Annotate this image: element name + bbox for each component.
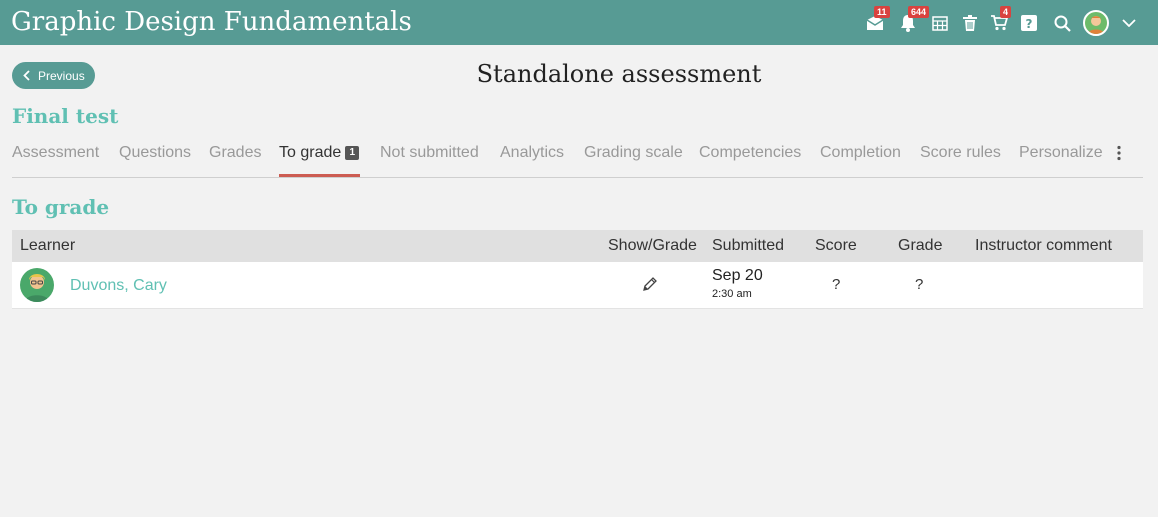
section-heading: To grade [12, 195, 110, 219]
table-header: Learner Show/Grade Submitted Score Grade… [12, 230, 1143, 262]
help-button[interactable]: ? [1016, 10, 1042, 36]
submitted-time: 2:30 am [712, 288, 752, 300]
tab-personalize[interactable]: Personalize [1019, 144, 1103, 162]
search-icon [1054, 15, 1071, 32]
calendar-button[interactable] [927, 10, 953, 36]
trash-button[interactable] [957, 10, 983, 36]
tab-completion[interactable]: Completion [820, 144, 901, 162]
tab-grades[interactable]: Grades [209, 144, 261, 162]
tab-analytics[interactable]: Analytics [500, 144, 564, 162]
pencil-icon[interactable] [642, 276, 658, 292]
help-icon: ? [1021, 15, 1037, 31]
learner-avatar [20, 268, 54, 302]
user-avatar[interactable] [1083, 10, 1109, 36]
page-title: Standalone assessment [476, 60, 762, 88]
calendar-icon [932, 16, 948, 31]
assessment-tabs: Assessment Questions Grades To grade 1 No… [12, 142, 1143, 178]
table-row: Duvons, Cary Sep 20 2:30 am ? ? [12, 262, 1143, 309]
assessment-name: Final test [12, 104, 119, 128]
messages-badge: 11 [874, 6, 890, 18]
column-score[interactable]: Score [815, 237, 857, 255]
tab-competencies[interactable]: Competencies [699, 144, 801, 162]
top-bar: Graphic Design Fundamentals 11 644 4 ? [0, 0, 1158, 45]
messages-button[interactable]: 11 [862, 6, 890, 36]
cart-badge: 4 [1000, 6, 1012, 18]
avatar-icon [1088, 16, 1104, 34]
tab-score-rules[interactable]: Score rules [920, 144, 1001, 162]
column-instructor-comment: Instructor comment [975, 237, 1112, 254]
learner-avatar-icon [25, 274, 49, 302]
cart-button[interactable]: 4 [986, 6, 1012, 36]
submitted-date: Sep 20 [712, 267, 763, 284]
trash-icon [963, 14, 977, 31]
score-value: ? [832, 276, 841, 293]
account-menu-toggle[interactable] [1116, 10, 1142, 36]
chevron-down-icon [1122, 19, 1136, 27]
column-grade[interactable]: Grade [898, 237, 942, 255]
svg-text:?: ? [1026, 17, 1033, 31]
more-tabs-button[interactable] [1112, 145, 1126, 161]
tab-to-grade[interactable]: To grade 1 [279, 144, 360, 162]
to-grade-count-badge: 1 [345, 146, 360, 160]
learner-name-link[interactable]: Duvons, Cary [70, 277, 167, 295]
tab-grading-scale[interactable]: Grading scale [584, 144, 683, 162]
notifications-badge: 644 [908, 6, 930, 18]
tab-to-grade-label: To grade [279, 144, 342, 161]
search-button[interactable] [1049, 10, 1075, 36]
notifications-button[interactable]: 644 [895, 6, 930, 36]
tab-questions[interactable]: Questions [119, 144, 191, 162]
tab-not-submitted[interactable]: Not submitted [380, 144, 479, 162]
column-learner[interactable]: Learner [20, 237, 75, 255]
column-show-grade: Show/Grade [608, 237, 697, 254]
grade-value: ? [915, 276, 924, 293]
column-submitted[interactable]: Submitted [712, 237, 784, 255]
active-tab-indicator [279, 174, 360, 177]
tab-assessment[interactable]: Assessment [12, 144, 99, 162]
kebab-menu-icon [1117, 145, 1121, 161]
course-title[interactable]: Graphic Design Fundamentals [11, 7, 412, 37]
